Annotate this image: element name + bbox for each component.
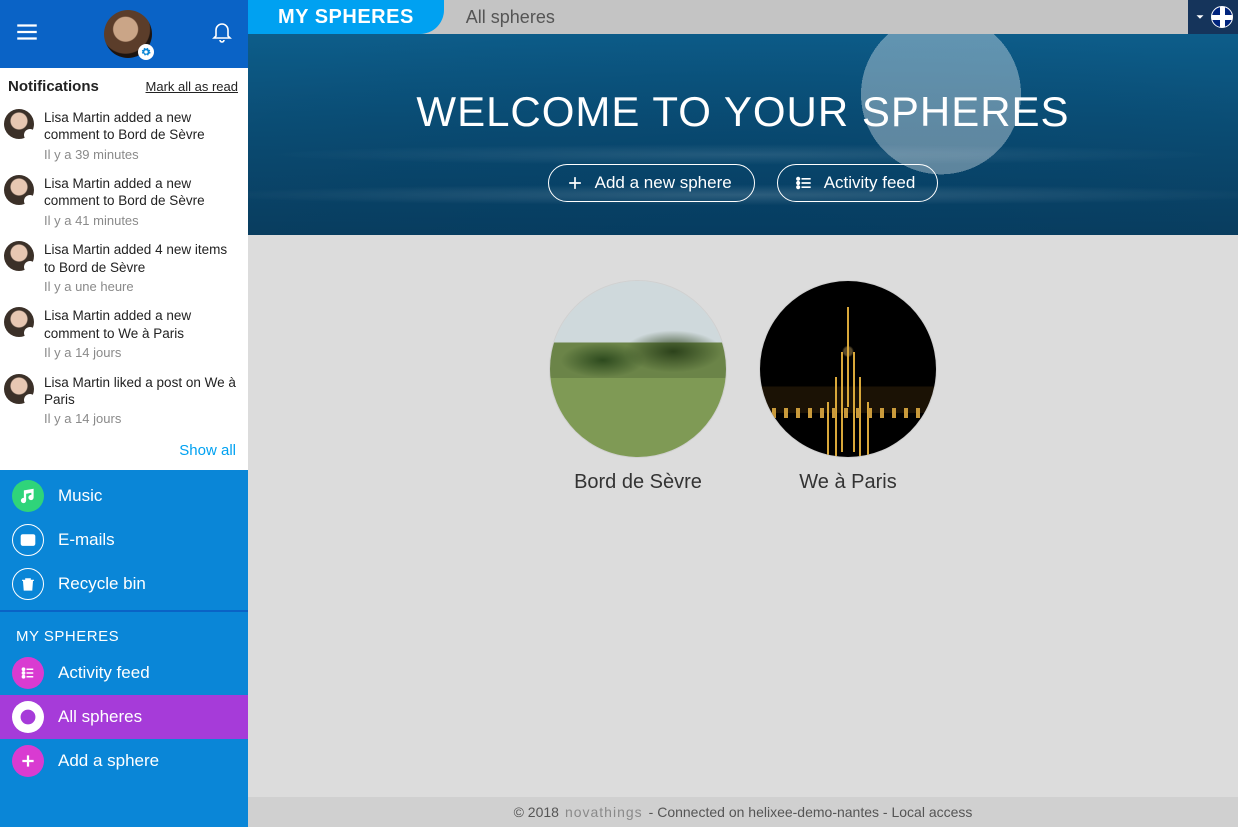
- sidebar: Notifications Mark all as read Lisa Mart…: [0, 0, 248, 827]
- sidebar-item-label: E-mails: [58, 530, 115, 550]
- chevron-down-icon: [1193, 10, 1207, 24]
- music-icon: [12, 480, 44, 512]
- gear-icon: [138, 44, 154, 60]
- footer: © 2018 novathings - Connected on helixee…: [248, 797, 1238, 827]
- notification-item[interactable]: Lisa Martin added 4 new items to Bord de…: [0, 235, 248, 301]
- notification-item[interactable]: Lisa Martin added a new comment to Bord …: [0, 169, 248, 235]
- notification-avatar: [4, 109, 34, 139]
- hero-title: WELCOME TO YOUR SPHERES: [248, 34, 1238, 136]
- footer-status: - Connected on helixee-demo-nantes - Loc…: [649, 804, 973, 820]
- sphere-card[interactable]: We à Paris: [758, 281, 938, 797]
- sidebar-item-recycle-bin[interactable]: Recycle bin: [0, 562, 248, 606]
- notification-text: Lisa Martin added a new comment to We à …: [44, 307, 242, 342]
- notifications-panel: Notifications Mark all as read Lisa Mart…: [0, 68, 248, 470]
- notification-time: Il y a 14 jours: [44, 411, 242, 428]
- sidebar-item-label: Music: [58, 486, 102, 506]
- sidebar-item-label: Add a sphere: [58, 751, 159, 771]
- sidebar-top-menu: Music E-mails Recycle bin: [0, 470, 248, 610]
- hero: WELCOME TO YOUR SPHERES Add a new sphere…: [248, 34, 1238, 235]
- footer-copyright: © 2018: [514, 804, 559, 820]
- spheres-grid: Bord de Sèvre We à Paris: [248, 235, 1238, 797]
- list-icon: [794, 173, 814, 193]
- notification-text: Lisa Martin liked a post on We à Paris: [44, 374, 242, 409]
- notification-avatar: [4, 374, 34, 404]
- main: MY SPHERES All spheres WELCOME TO YOUR S…: [248, 0, 1238, 827]
- sphere-thumbnail: [550, 281, 726, 457]
- plus-icon: [12, 745, 44, 777]
- globe-icon: [12, 701, 44, 733]
- activity-feed-label: Activity feed: [824, 173, 916, 193]
- mail-icon: [12, 524, 44, 556]
- sidebar-spheres-menu: MY SPHERES Activity feed All spheres Add…: [0, 610, 248, 787]
- sidebar-item-music[interactable]: Music: [0, 474, 248, 518]
- activity-feed-button[interactable]: Activity feed: [777, 164, 939, 202]
- mark-all-read-link[interactable]: Mark all as read: [146, 79, 238, 94]
- notification-item[interactable]: Lisa Martin liked a post on We à Paris I…: [0, 368, 248, 434]
- sphere-card[interactable]: Bord de Sèvre: [548, 281, 728, 797]
- notification-time: Il y a une heure: [44, 279, 242, 296]
- list-icon: [12, 657, 44, 689]
- sidebar-item-label: Recycle bin: [58, 574, 146, 594]
- sidebar-item-add-sphere[interactable]: Add a sphere: [0, 739, 248, 783]
- notification-time: Il y a 14 jours: [44, 345, 242, 362]
- menu-icon[interactable]: [14, 19, 40, 50]
- add-sphere-label: Add a new sphere: [595, 173, 732, 193]
- notification-avatar: [4, 175, 34, 205]
- notifications-title: Notifications: [8, 78, 99, 95]
- plus-icon: [565, 173, 585, 193]
- sidebar-item-label: All spheres: [58, 707, 142, 727]
- notification-text: Lisa Martin added a new comment to Bord …: [44, 109, 242, 144]
- sidebar-item-all-spheres[interactable]: All spheres: [0, 695, 248, 739]
- notification-text: Lisa Martin added a new comment to Bord …: [44, 175, 242, 210]
- breadcrumb[interactable]: All spheres: [444, 0, 577, 34]
- tab-my-spheres[interactable]: MY SPHERES: [248, 0, 444, 34]
- top-strip: MY SPHERES All spheres: [248, 0, 1238, 34]
- notification-avatar: [4, 307, 34, 337]
- avatar[interactable]: [104, 10, 152, 58]
- sidebar-item-label: Activity feed: [58, 663, 150, 683]
- sphere-thumbnail: [760, 281, 936, 457]
- sidebar-item-activity-feed[interactable]: Activity feed: [0, 651, 248, 695]
- language-selector[interactable]: [1188, 0, 1238, 34]
- notification-item[interactable]: Lisa Martin added a new comment to Bord …: [0, 103, 248, 169]
- sidebar-item-emails[interactable]: E-mails: [0, 518, 248, 562]
- notification-avatar: [4, 241, 34, 271]
- notification-item[interactable]: Lisa Martin added a new comment to We à …: [0, 301, 248, 367]
- show-all-link[interactable]: Show all: [179, 442, 236, 459]
- add-sphere-button[interactable]: Add a new sphere: [548, 164, 755, 202]
- bell-icon[interactable]: [210, 20, 234, 49]
- footer-brand: novathings: [565, 804, 643, 820]
- sidebar-section-title: MY SPHERES: [0, 616, 248, 651]
- sidebar-header: [0, 0, 248, 68]
- sphere-name: Bord de Sèvre: [574, 471, 702, 494]
- notification-time: Il y a 39 minutes: [44, 147, 242, 164]
- trash-icon: [12, 568, 44, 600]
- flag-icon: [1211, 6, 1233, 28]
- notification-text: Lisa Martin added 4 new items to Bord de…: [44, 241, 242, 276]
- notification-time: Il y a 41 minutes: [44, 213, 242, 230]
- sphere-name: We à Paris: [799, 471, 896, 494]
